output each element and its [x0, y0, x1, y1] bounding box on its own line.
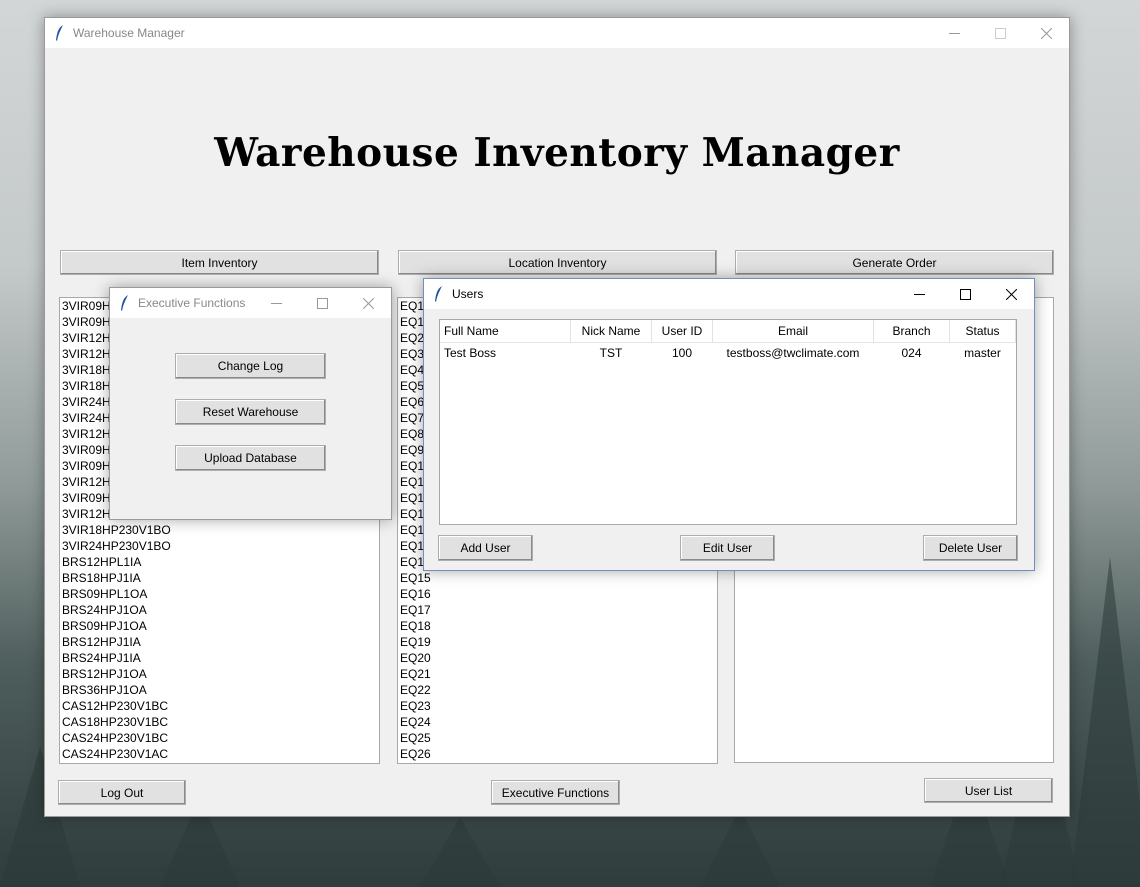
item-list-row[interactable]: CAS12HP230V1BC — [60, 698, 379, 714]
column-header-status[interactable]: Status — [949, 320, 1016, 343]
column-header-email[interactable]: Email — [712, 320, 874, 343]
minimize-icon — [948, 32, 960, 34]
location-list-row[interactable]: EQ16 — [398, 586, 717, 602]
item-list-row[interactable]: BRS24HPJ1OA — [60, 602, 379, 618]
maximize-button[interactable] — [977, 18, 1023, 48]
log-out-button[interactable]: Log Out — [58, 780, 186, 805]
minimize-button[interactable] — [896, 279, 942, 309]
minimize-button[interactable] — [253, 288, 299, 318]
cell-email: testboss@twclimate.com — [726, 346, 860, 360]
location-list-row[interactable]: EQ23 — [398, 698, 717, 714]
feather-icon — [121, 295, 128, 311]
add-user-button[interactable]: Add User — [438, 535, 533, 561]
main-window-title: Warehouse Manager — [73, 26, 185, 40]
item-list-row[interactable]: BRS09HPL1OA — [60, 586, 379, 602]
executive-functions-button[interactable]: Executive Functions — [491, 780, 620, 805]
cell-user-id: 100 — [671, 346, 693, 360]
users-window-title: Users — [452, 287, 484, 301]
maximize-icon — [959, 288, 971, 300]
item-list-row[interactable]: CAS18HP230V1BC — [60, 714, 379, 730]
item-list-row[interactable]: CAS24HP230V1BC — [60, 730, 379, 746]
item-list-row[interactable]: BRS24HPJ1IA — [60, 650, 379, 666]
close-icon — [362, 297, 374, 309]
item-list-row[interactable]: BRS12HPL1IA — [60, 554, 379, 570]
location-list-row[interactable]: EQ22 — [398, 682, 717, 698]
location-list-row[interactable]: EQ19 — [398, 634, 717, 650]
minimize-icon — [913, 293, 925, 295]
item-list-row[interactable]: BRS12HPJ1OA — [60, 666, 379, 682]
users-table[interactable]: Full Name Nick Name User ID Email Branch… — [439, 319, 1017, 525]
minimize-button[interactable] — [931, 18, 977, 48]
location-list-row[interactable]: EQ21 — [398, 666, 717, 682]
delete-user-button[interactable]: Delete User — [923, 535, 1018, 561]
close-button[interactable] — [345, 288, 391, 318]
column-header-full-name[interactable]: Full Name — [440, 320, 571, 343]
main-titlebar[interactable]: Warehouse Manager — [45, 18, 1069, 48]
location-list-row[interactable]: EQ18 — [398, 618, 717, 634]
location-list-row[interactable]: EQ24 — [398, 714, 717, 730]
users-window: Users Full Name Nick Name User ID Email … — [423, 278, 1035, 571]
executive-functions-window: Executive Functions Change Log Reset War… — [109, 287, 392, 520]
location-list-row[interactable]: EQ20 — [398, 650, 717, 666]
change-log-button[interactable]: Change Log — [175, 353, 326, 379]
edit-user-button[interactable]: Edit User — [680, 535, 775, 561]
user-list-button[interactable]: User List — [924, 778, 1053, 803]
table-row[interactable]: Test Boss TST 100 testboss@twclimate.com… — [440, 343, 1016, 364]
cell-branch: 024 — [901, 346, 922, 360]
location-list-row[interactable]: EQ17 — [398, 602, 717, 618]
location-inventory-button[interactable]: Location Inventory — [398, 250, 717, 275]
column-header-nick-name[interactable]: Nick Name — [570, 320, 652, 343]
users-titlebar[interactable]: Users — [424, 279, 1034, 309]
column-header-user-id[interactable]: User ID — [651, 320, 713, 343]
location-list-row[interactable]: EQ26 — [398, 746, 717, 762]
cell-full-name: Test Boss — [444, 346, 497, 360]
maximize-icon — [316, 297, 328, 309]
maximize-icon — [994, 27, 1006, 39]
close-button[interactable] — [1023, 18, 1069, 48]
cell-status: master — [964, 346, 1001, 360]
item-list-row[interactable]: CAS24HP230V1AC — [60, 746, 379, 762]
maximize-button[interactable] — [299, 288, 345, 318]
maximize-button[interactable] — [942, 279, 988, 309]
item-list-row[interactable]: 3VIR18HP230V1BO — [60, 522, 379, 538]
location-list-row[interactable]: EQ15 — [398, 570, 717, 586]
item-inventory-button[interactable]: Item Inventory — [60, 250, 379, 275]
minimize-icon — [270, 302, 282, 304]
close-button[interactable] — [988, 279, 1034, 309]
close-icon — [1040, 27, 1052, 39]
exec-window-title: Executive Functions — [138, 296, 246, 310]
item-list-row[interactable]: BRS12HPJ1IA — [60, 634, 379, 650]
cell-nick-name: TST — [599, 346, 623, 360]
column-header-branch[interactable]: Branch — [873, 320, 950, 343]
close-icon — [1005, 288, 1017, 300]
feather-icon — [56, 25, 63, 41]
reset-warehouse-button[interactable]: Reset Warehouse — [175, 399, 326, 425]
item-list-row[interactable]: BRS36HPJ1OA — [60, 682, 379, 698]
page-title: Warehouse Inventory Manager — [214, 130, 900, 176]
item-list-row[interactable]: 3VIR24HP230V1BO — [60, 538, 379, 554]
item-list-row[interactable]: BRS18HPJ1IA — [60, 570, 379, 586]
upload-database-button[interactable]: Upload Database — [175, 445, 326, 471]
exec-titlebar[interactable]: Executive Functions — [110, 288, 391, 318]
feather-icon — [435, 286, 442, 302]
location-list-row[interactable]: EQ25 — [398, 730, 717, 746]
item-list-row[interactable]: BRS09HPJ1OA — [60, 618, 379, 634]
generate-order-button[interactable]: Generate Order — [735, 250, 1054, 275]
